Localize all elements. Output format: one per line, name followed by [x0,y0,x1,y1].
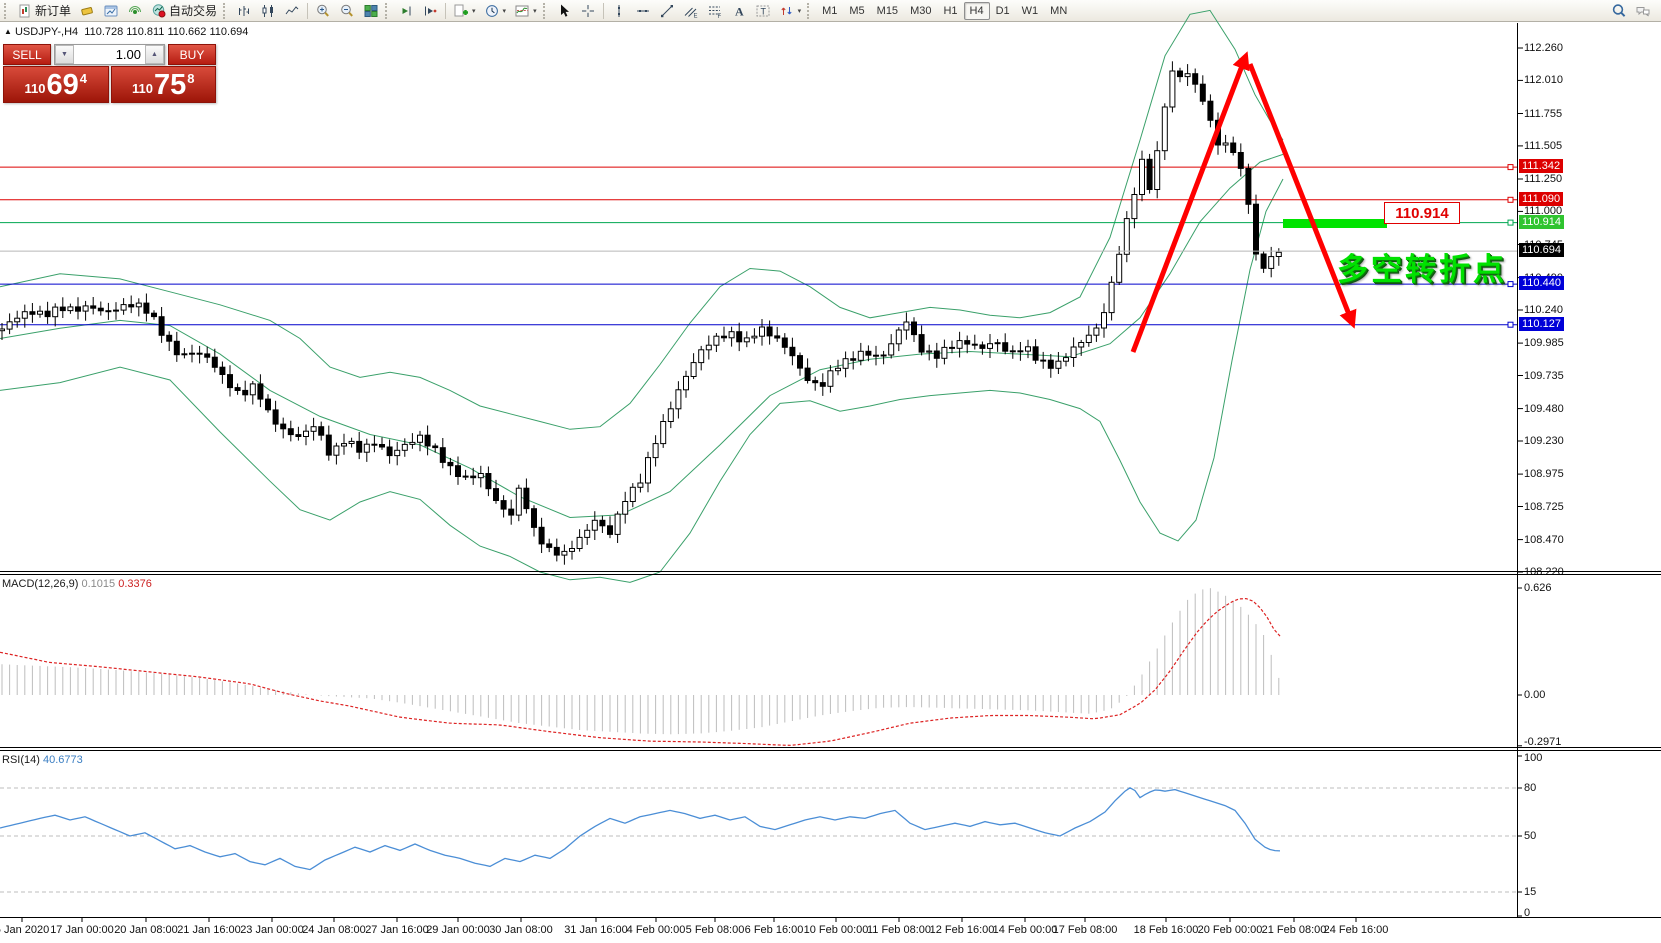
rsi-plot [0,788,1280,870]
price-tag-110914[interactable]: 110.914 [1384,202,1460,224]
rsi-gridlines [0,788,1517,892]
pane-frames [0,23,1661,918]
price-label-110.440: 110.440 [1519,276,1564,290]
trend-up-arrow[interactable] [1133,58,1245,352]
sell-price-prefix: 110 [25,81,46,96]
sell-price-box[interactable]: 110 69 4 [3,66,109,103]
price-label-110.914: 110.914 [1519,215,1564,229]
bollinger-lower [0,179,1283,582]
volume-control: ▼ ▲ [54,44,165,65]
macd-label: MACD(12,26,9) 0.1015 0.3376 [2,578,152,590]
price-label-111.090: 111.090 [1519,192,1563,206]
volume-input[interactable] [74,45,145,64]
one-click-trading-panel: SELL ▼ ▲ BUY 110 69 4 110 75 8 [3,44,216,103]
sell-price-sup: 4 [80,71,87,86]
candlesticks [0,61,1281,564]
symbol-triangle-icon: ▲ [4,27,12,36]
horizontal-level-lines[interactable] [0,165,1517,328]
cn-annotation-text[interactable]: 多空转折点 [1337,244,1507,289]
buy-price-prefix: 110 [132,81,153,96]
volume-decrease-button[interactable]: ▼ [55,45,74,64]
price-label-110.127: 110.127 [1519,317,1564,331]
symbol-info-line: ▲ USDJPY-,H4 110.728 110.811 110.662 110… [4,26,248,38]
mt4-window: { "window":{"title":"MetaTrader 4","widt… [0,0,1661,943]
rsi-label: RSI(14) 40.6773 [2,754,83,766]
buy-button[interactable]: BUY [168,44,216,65]
volume-increase-button[interactable]: ▲ [145,45,164,64]
buy-price-sup: 8 [187,71,194,86]
macd-plot [0,588,1281,745]
buy-price-big: 75 [154,71,186,100]
symbol-ohlc: 110.728 110.811 110.662 110.694 [84,26,248,38]
sell-price-big: 69 [46,71,78,100]
chart-canvas[interactable] [0,0,1661,943]
sell-button[interactable]: SELL [3,44,51,65]
price-label-111.342: 111.342 [1519,159,1563,173]
rsi-line [0,788,1280,870]
symbol-name: USDJPY-,H4 [15,26,78,38]
price-label-110.694: 110.694 [1519,243,1564,257]
support-highlight-bar [1283,219,1387,228]
buy-price-box[interactable]: 110 75 8 [111,66,217,103]
